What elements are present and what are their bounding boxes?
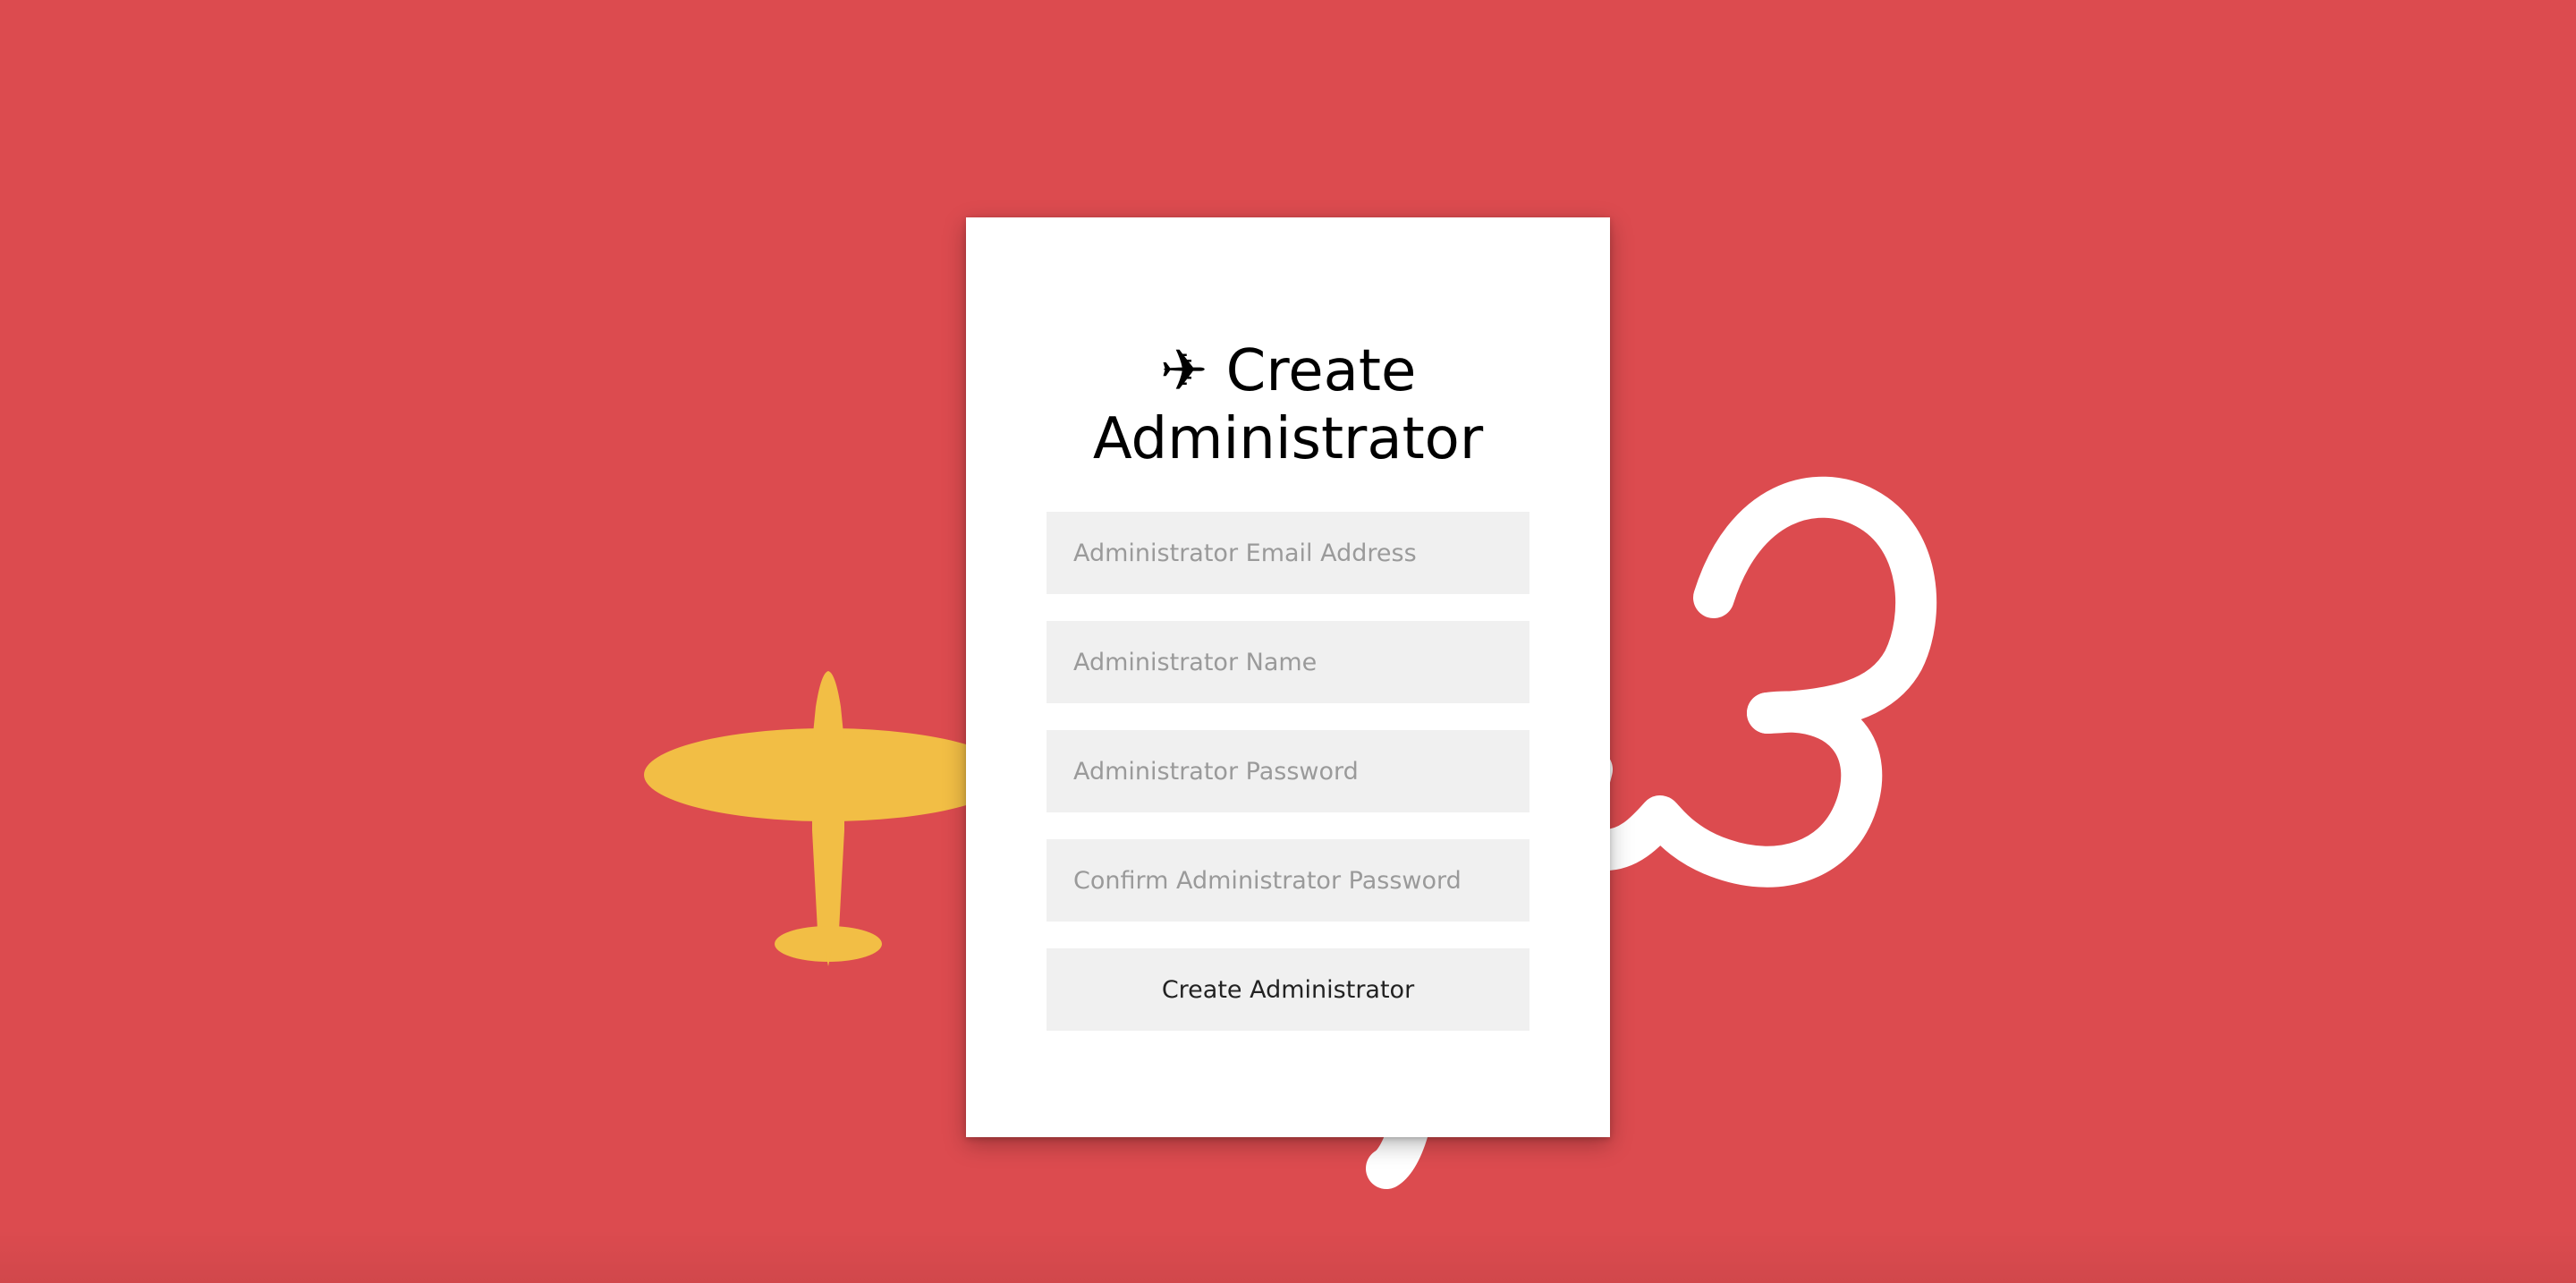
admin-name-field[interactable]: [1046, 621, 1530, 703]
admin-password-field[interactable]: [1046, 730, 1530, 812]
confirm-admin-password-field[interactable]: [1046, 839, 1530, 922]
airplane-icon: ✈: [1159, 338, 1208, 404]
page-title-text: Create Administrator: [1092, 338, 1484, 472]
admin-email-field[interactable]: [1046, 512, 1530, 594]
page-title: ✈ Create Administrator: [966, 337, 1610, 473]
create-admin-card: ✈ Create Administrator Create Administra…: [966, 217, 1610, 1137]
create-administrator-button[interactable]: Create Administrator: [1046, 948, 1530, 1031]
airplane-illustration-icon: [644, 671, 1011, 966]
bottom-shade: [0, 1229, 2576, 1283]
